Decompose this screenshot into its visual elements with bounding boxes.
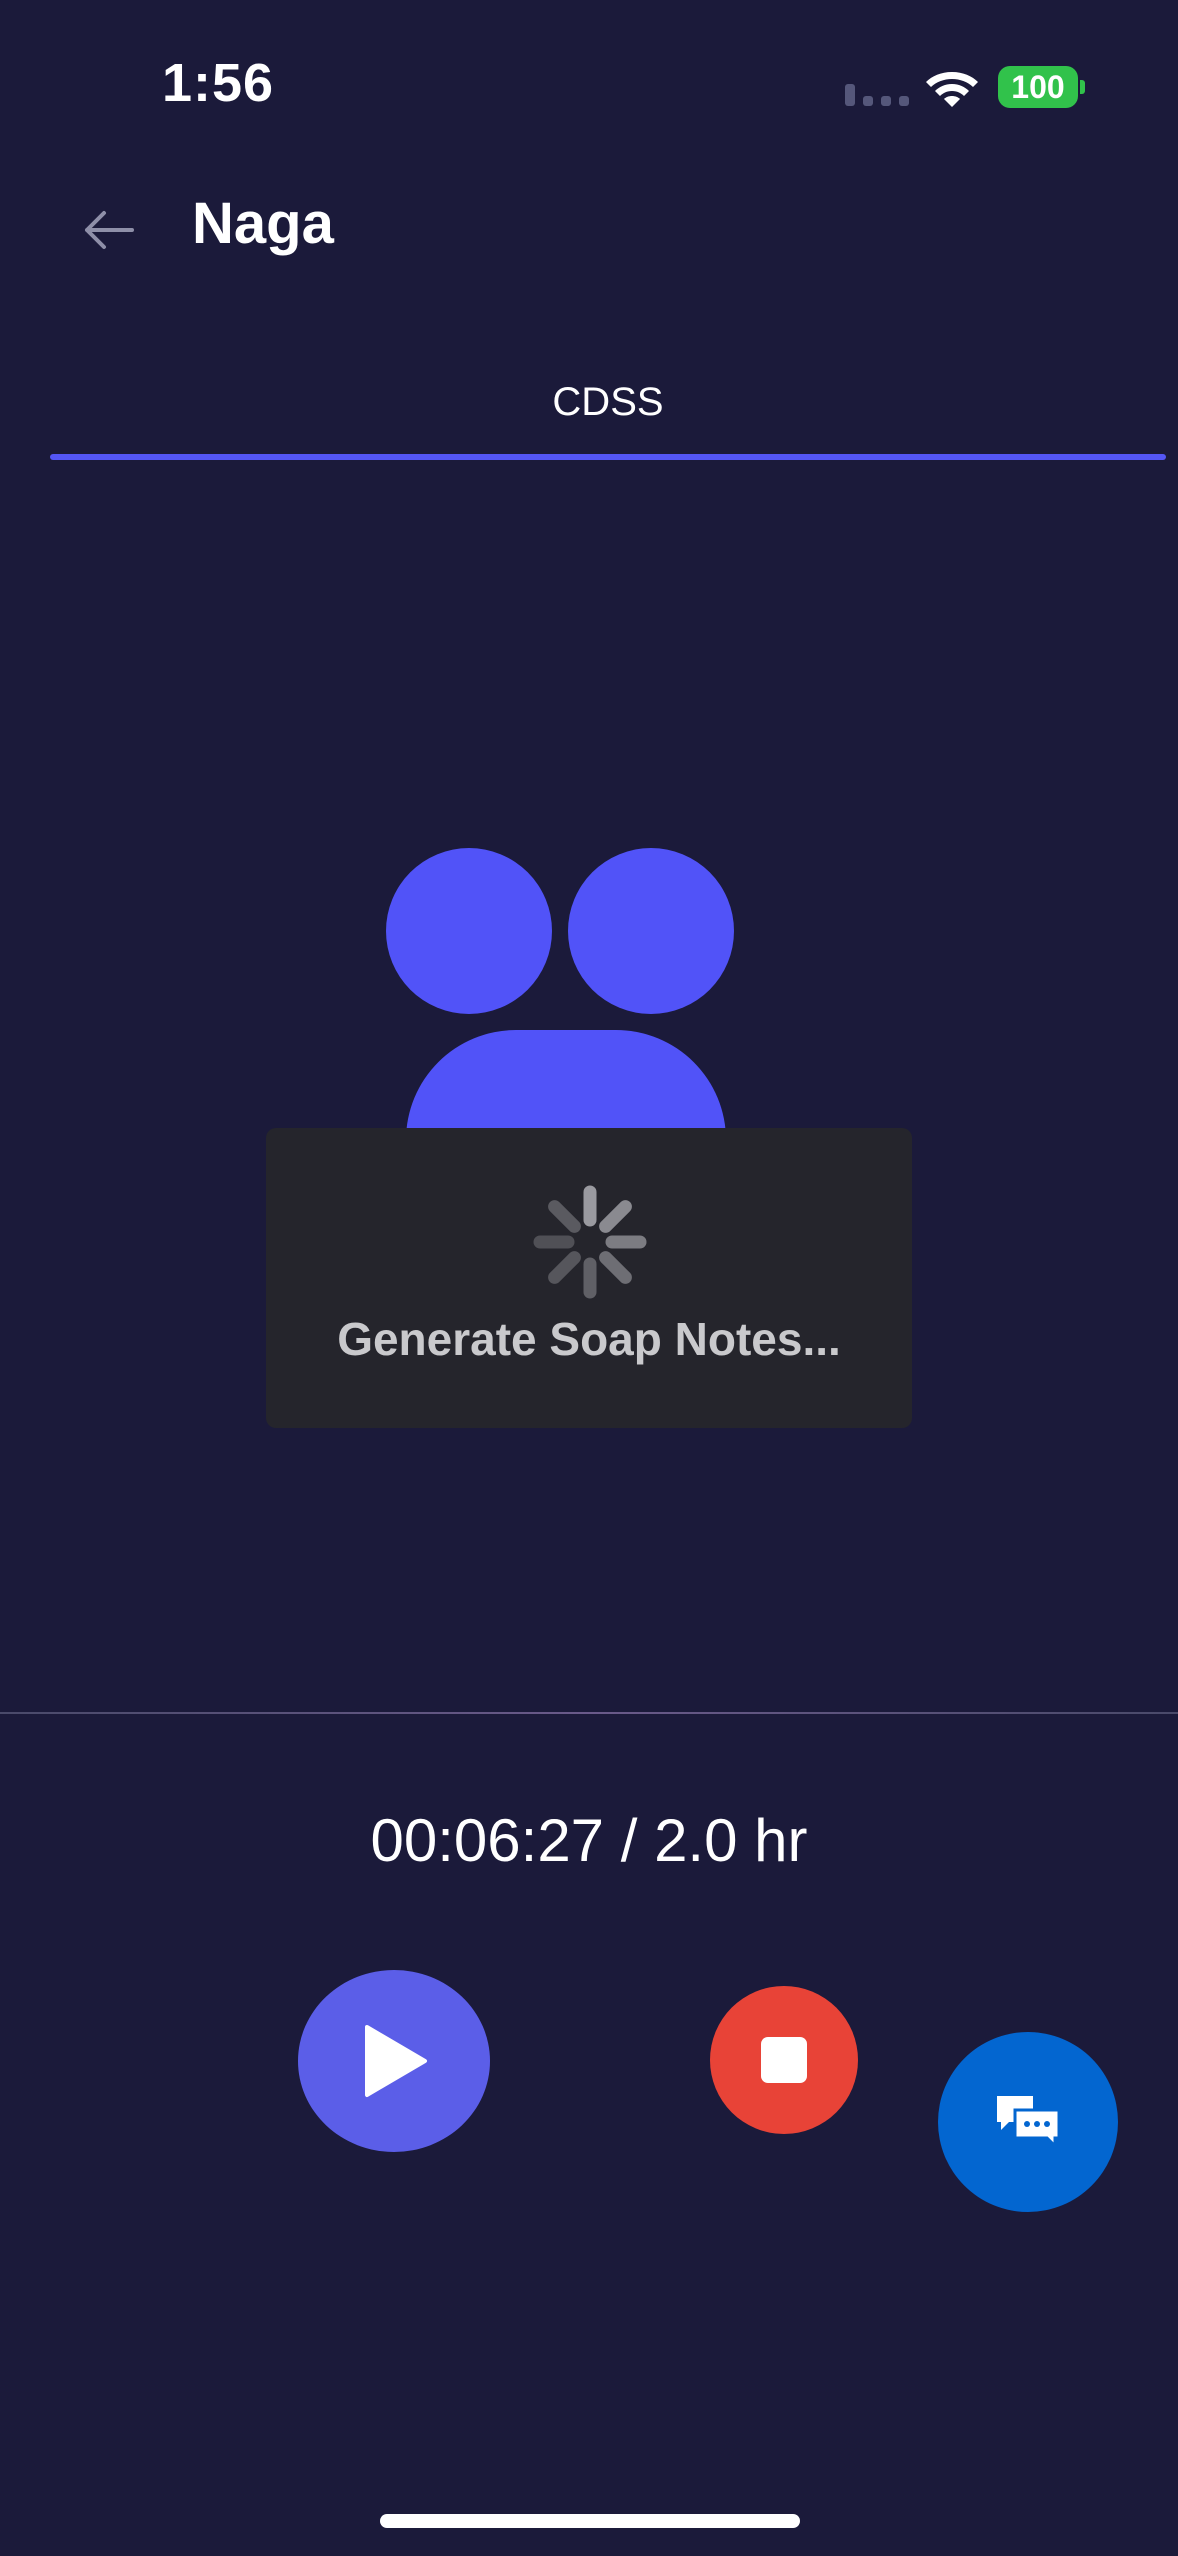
home-indicator[interactable]: [380, 2514, 800, 2528]
loading-message: Generate Soap Notes...: [337, 1313, 841, 1365]
tab-label: CDSS: [552, 380, 664, 424]
play-button[interactable]: [298, 1970, 490, 2152]
battery-tip: [1080, 80, 1085, 94]
screen: 1:56 100 Naga CDSS Generate Soap Notes..…: [0, 0, 1178, 2556]
person-head-left: [386, 848, 552, 1014]
stop-button[interactable]: [710, 1986, 858, 2134]
person-body: [406, 1030, 726, 1140]
recording-timer: 00:06:27 / 2.0 hr: [370, 1807, 808, 1874]
back-button[interactable]: [70, 192, 146, 268]
chat-button[interactable]: [938, 2032, 1118, 2212]
tab-cdss[interactable]: CDSS: [50, 360, 1166, 460]
spinner-icon: [533, 1185, 647, 1299]
people-illustration: [384, 848, 734, 1140]
arrow-left-icon: [85, 211, 134, 249]
stop-icon: [761, 2037, 807, 2083]
person-head-right: [568, 848, 734, 1014]
page-title: Naga: [192, 191, 334, 256]
battery-level: 100: [1011, 68, 1065, 105]
play-icon: [365, 2025, 427, 2097]
status-time: 1:56: [162, 53, 275, 113]
chat-bubbles-icon: [997, 2096, 1061, 2150]
loading-dialog: Generate Soap Notes...: [266, 1128, 912, 1428]
battery-icon: 100: [998, 66, 1078, 108]
wifi-icon: [926, 72, 978, 107]
signal-icon: [845, 84, 909, 106]
tab-indicator: [50, 454, 1166, 460]
divider: [0, 1712, 1178, 1714]
